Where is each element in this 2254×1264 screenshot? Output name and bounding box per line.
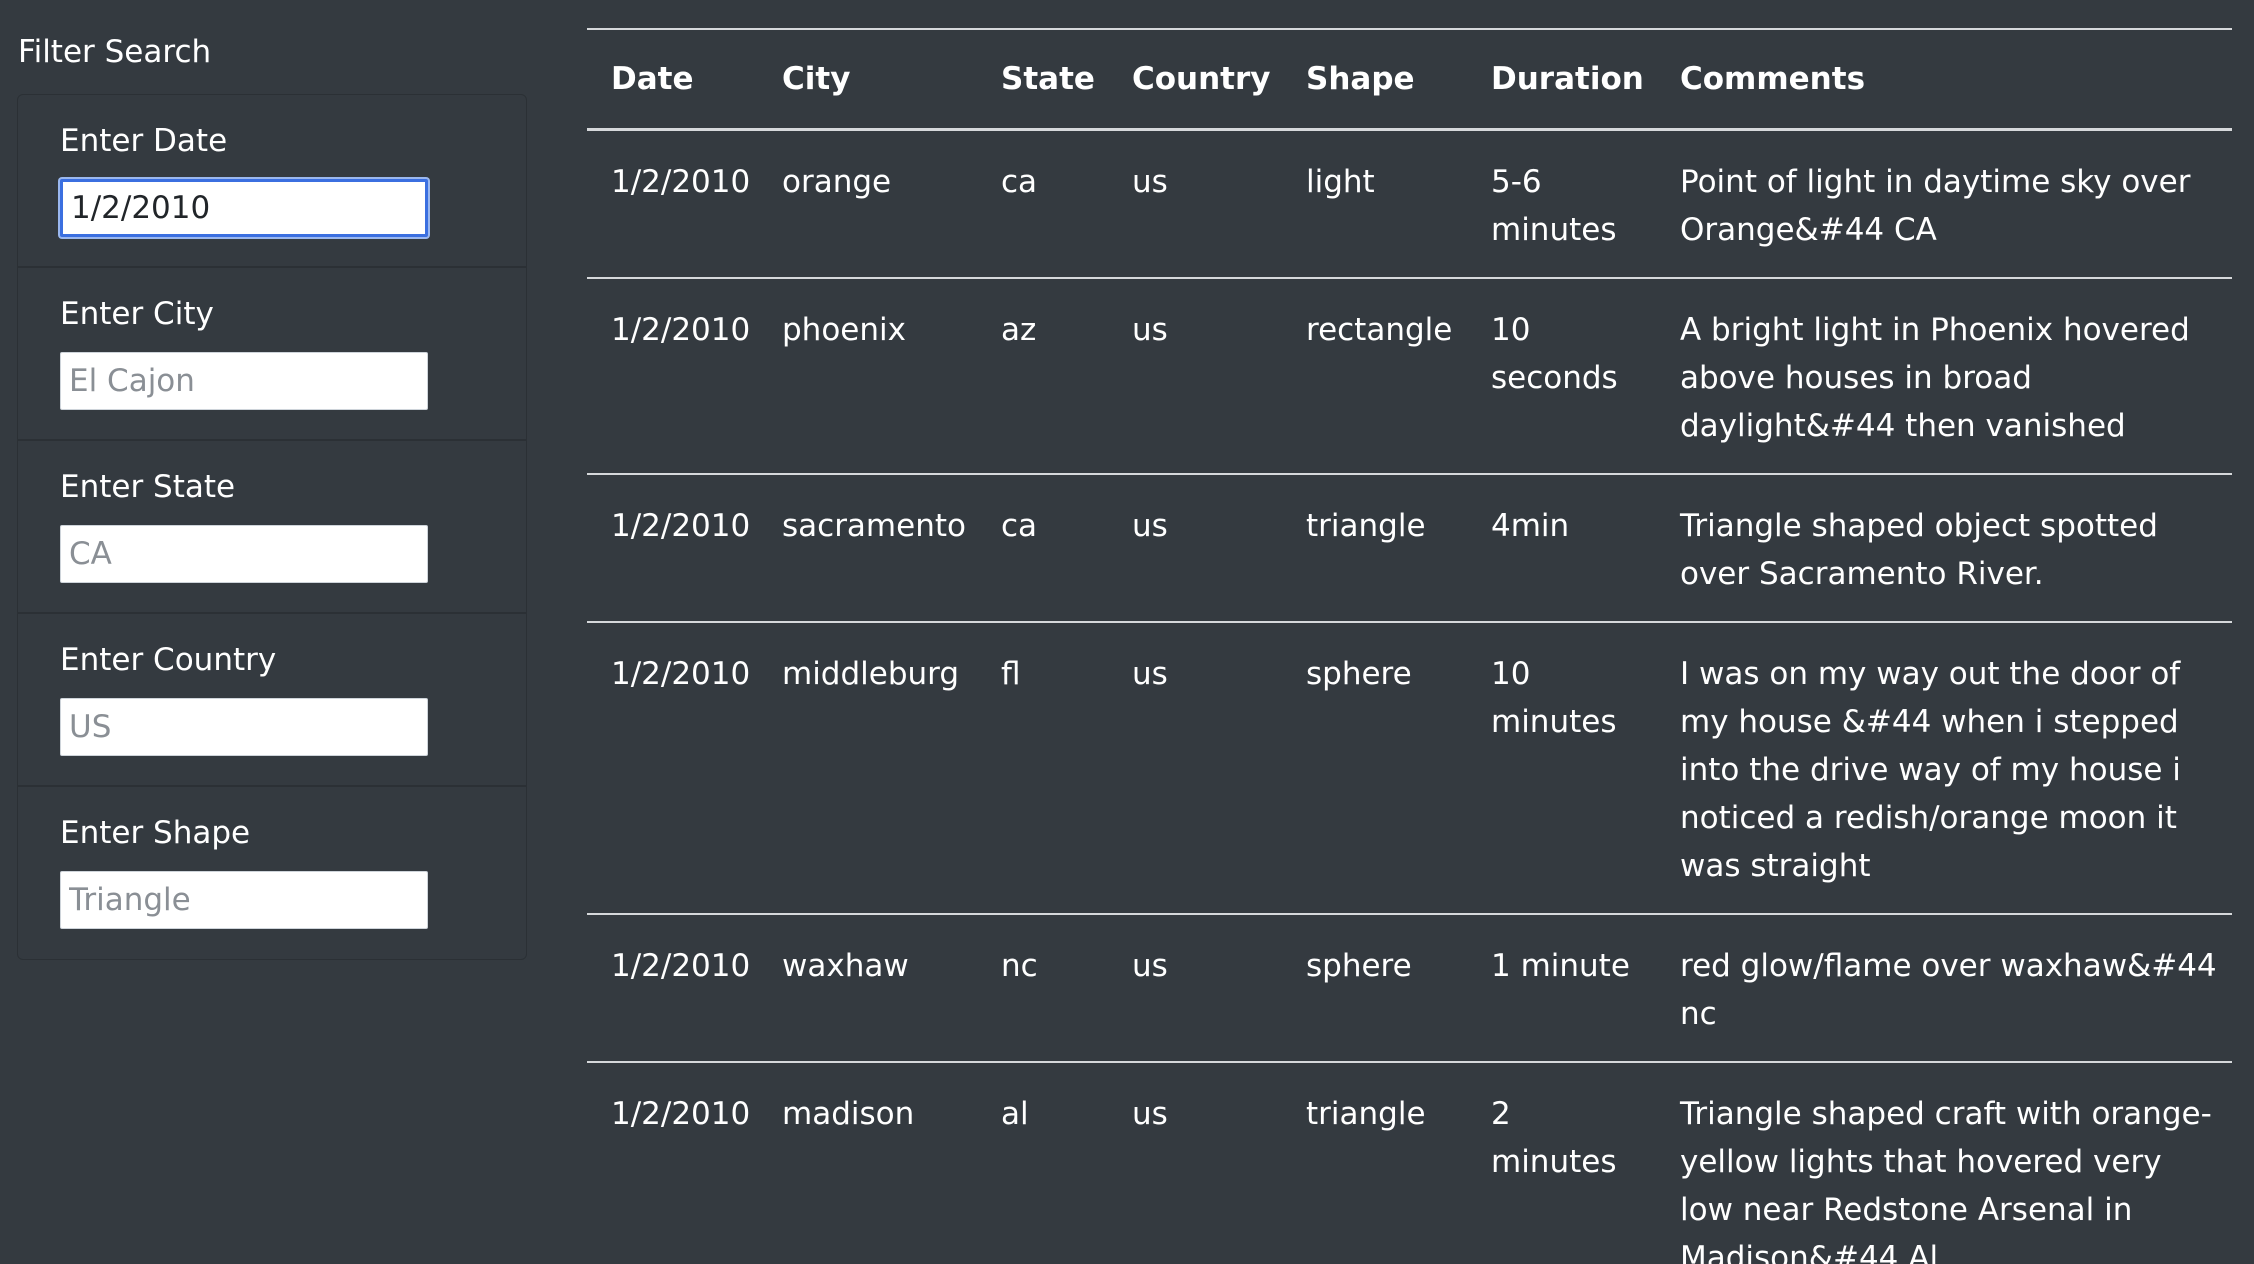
- header-shape: Shape: [1282, 29, 1467, 131]
- cell-duration: 10 seconds: [1491, 312, 1618, 396]
- table-header: Date City State Country Shape Duration C…: [587, 29, 2232, 131]
- cell-state: nc: [1001, 948, 1038, 984]
- cell-shape: light: [1306, 164, 1375, 200]
- cell-city: sacramento: [782, 508, 966, 544]
- shape-label: Enter Shape: [60, 815, 251, 851]
- filter-item-date: Enter Date: [18, 95, 526, 268]
- state-input[interactable]: [60, 525, 428, 583]
- cell-state: ca: [1001, 164, 1038, 200]
- header-state: State: [977, 29, 1108, 131]
- cell-duration: 2 minutes: [1491, 1096, 1617, 1180]
- table-row: 1/2/2010 waxhaw nc us sphere 1 minute re…: [587, 914, 2232, 1062]
- country-input[interactable]: [60, 698, 428, 756]
- filter-item-shape: Enter Shape: [18, 787, 526, 959]
- cell-duration: 10 minutes: [1491, 656, 1617, 740]
- table-body: 1/2/2010 orange ca us light 5-6 minutes …: [587, 130, 2232, 1264]
- cell-city: waxhaw: [782, 948, 909, 984]
- cell-city: middleburg: [782, 656, 960, 692]
- cell-country: us: [1132, 656, 1168, 692]
- cell-comments: Point of light in daytime sky over Orang…: [1680, 164, 2191, 248]
- shape-input[interactable]: [60, 871, 428, 929]
- cell-state: al: [1001, 1096, 1029, 1132]
- cell-date: 1/2/2010: [611, 1096, 751, 1132]
- cell-comments: I was on my way out the door of my house…: [1680, 656, 2181, 884]
- cell-comments: Triangle shaped craft with orange-yellow…: [1680, 1096, 2212, 1264]
- date-input[interactable]: [60, 179, 428, 237]
- filter-item-state: Enter State: [18, 441, 526, 614]
- cell-state: az: [1001, 312, 1037, 348]
- cell-duration: 1 minute: [1491, 948, 1630, 984]
- city-input[interactable]: [60, 352, 428, 410]
- filter-item-city: Enter City: [18, 268, 526, 441]
- table-row: 1/2/2010 middleburg fl us sphere 10 minu…: [587, 622, 2232, 914]
- filter-list: Enter Date Enter City Enter State Enter …: [17, 94, 527, 960]
- cell-city: madison: [782, 1096, 915, 1132]
- cell-country: us: [1132, 1096, 1168, 1132]
- cell-duration: 5-6 minutes: [1491, 164, 1617, 248]
- cell-comments: red glow/flame over waxhaw&#44 nc: [1680, 948, 2217, 1032]
- cell-city: orange: [782, 164, 892, 200]
- state-label: Enter State: [60, 469, 236, 505]
- country-label: Enter Country: [60, 642, 277, 678]
- header-country: Country: [1108, 29, 1282, 131]
- table-row: 1/2/2010 orange ca us light 5-6 minutes …: [587, 130, 2232, 278]
- cell-state: ca: [1001, 508, 1038, 544]
- table-row: 1/2/2010 phoenix az us rectangle 10 seco…: [587, 278, 2232, 474]
- cell-date: 1/2/2010: [611, 948, 751, 984]
- cell-date: 1/2/2010: [611, 164, 751, 200]
- table-row: 1/2/2010 madison al us triangle 2 minute…: [587, 1062, 2232, 1264]
- filter-sidebar: Filter Search Enter Date Enter City Ente…: [17, 22, 527, 960]
- header-duration: Duration: [1467, 29, 1656, 131]
- table-row: 1/2/2010 sacramento ca us triangle 4min …: [587, 474, 2232, 622]
- cell-city: phoenix: [782, 312, 906, 348]
- cell-shape: rectangle: [1306, 312, 1453, 348]
- cell-country: us: [1132, 508, 1168, 544]
- cell-date: 1/2/2010: [611, 656, 751, 692]
- header-date: Date: [587, 29, 758, 131]
- cell-date: 1/2/2010: [611, 508, 751, 544]
- cell-country: us: [1132, 164, 1168, 200]
- cell-shape: triangle: [1306, 508, 1426, 544]
- page: Filter Search Enter Date Enter City Ente…: [0, 0, 2254, 1264]
- cell-date: 1/2/2010: [611, 312, 751, 348]
- cell-country: us: [1132, 312, 1168, 348]
- cell-duration: 4min: [1491, 508, 1570, 544]
- cell-comments: Triangle shaped object spotted over Sacr…: [1680, 508, 2158, 592]
- cell-comments: A bright light in Phoenix hovered above …: [1680, 312, 2190, 444]
- filter-search-title: Filter Search: [18, 34, 212, 70]
- cell-shape: triangle: [1306, 1096, 1426, 1132]
- header-city: City: [758, 29, 977, 131]
- header-row: Date City State Country Shape Duration C…: [587, 29, 2232, 131]
- header-comments: Comments: [1656, 29, 2232, 131]
- date-label: Enter Date: [60, 123, 228, 159]
- cell-shape: sphere: [1306, 948, 1412, 984]
- cell-state: fl: [1001, 656, 1021, 692]
- ufo-table: Date City State Country Shape Duration C…: [587, 28, 2232, 1264]
- cell-country: us: [1132, 948, 1168, 984]
- city-label: Enter City: [60, 296, 214, 332]
- ufo-table-section: Date City State Country Shape Duration C…: [587, 28, 2232, 1264]
- cell-shape: sphere: [1306, 656, 1412, 692]
- filter-item-country: Enter Country: [18, 614, 526, 787]
